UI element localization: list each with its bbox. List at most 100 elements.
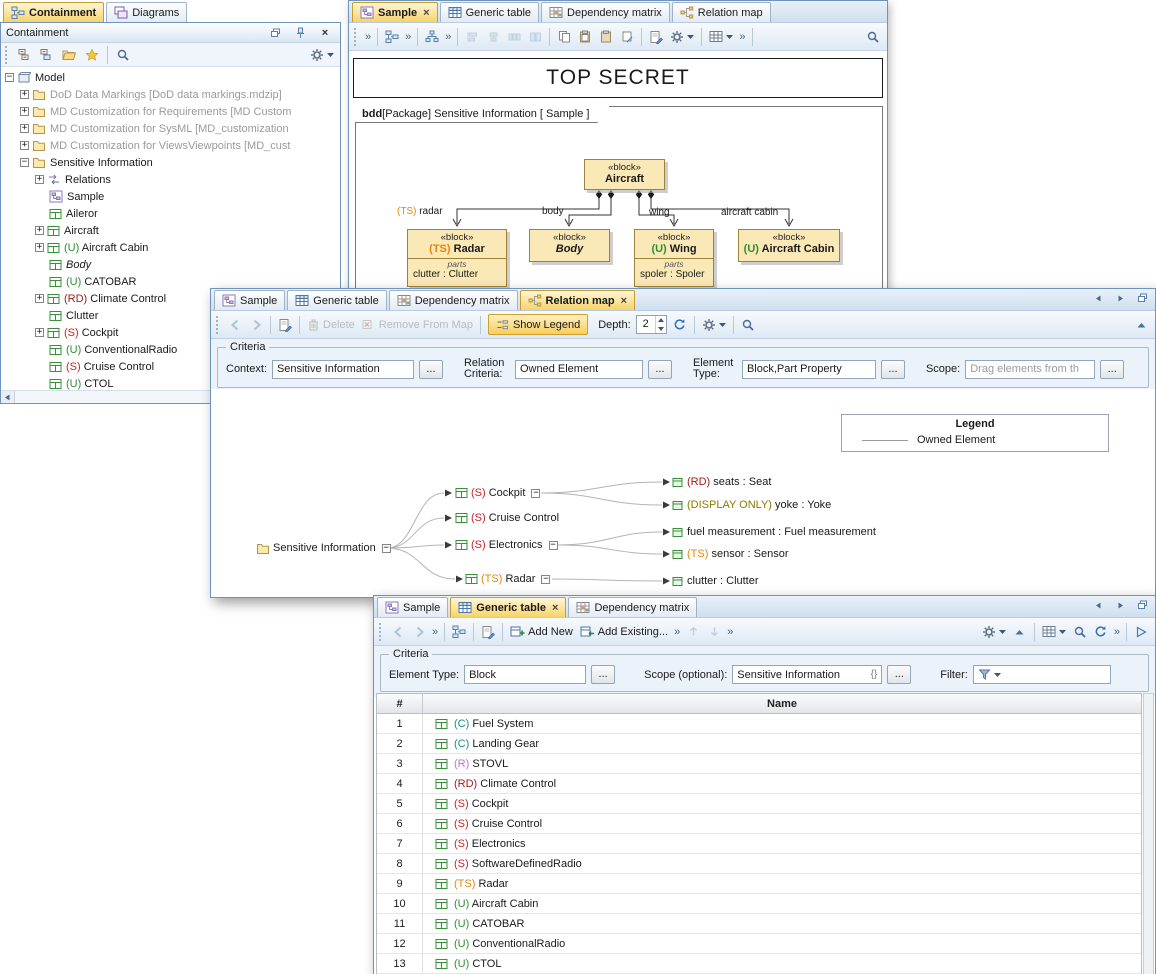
relation-criteria-more-button[interactable]: ... <box>648 360 672 379</box>
maximize-view-button[interactable] <box>1132 288 1152 308</box>
gear-button[interactable] <box>667 27 697 47</box>
maximize-view-button[interactable] <box>1132 595 1152 615</box>
next-view-button[interactable] <box>1110 288 1130 308</box>
refresh-button[interactable] <box>1091 622 1111 642</box>
table-row-catobar[interactable]: 11(U) CATOBAR <box>377 914 1141 934</box>
spin-up-icon[interactable] <box>656 316 666 325</box>
block-wing[interactable]: «block»(U) Wingpartsspoler : Spoler <box>634 229 714 287</box>
expand-icon[interactable]: + <box>35 243 44 252</box>
magnifier-button[interactable] <box>738 315 758 335</box>
relation-map-canvas[interactable]: Legend Owned Element Sensitive Informati… <box>211 389 1155 597</box>
overflow-chevron[interactable]: » <box>725 626 735 638</box>
expand-icon[interactable]: + <box>35 328 44 337</box>
doc-pencil-button[interactable] <box>275 315 295 335</box>
collapse-up-button[interactable] <box>1010 622 1030 642</box>
context-combo[interactable]: Sensitive Information <box>272 360 414 379</box>
table-row-radar[interactable]: 9(TS) Radar <box>377 874 1141 894</box>
tab-dependency-matrix[interactable]: Dependency matrix <box>541 2 670 22</box>
tab-sample[interactable]: Sample× <box>352 2 438 22</box>
map-node-radar[interactable]: (TS) Radar− <box>465 571 550 587</box>
tree-item-model[interactable]: −Model <box>1 69 340 86</box>
float-panel-button[interactable] <box>265 23 285 43</box>
expand-icon[interactable]: + <box>20 107 29 116</box>
element-type-more-button[interactable]: ... <box>881 360 905 379</box>
tab-relation-map[interactable]: Relation map <box>672 2 771 22</box>
collapse-node-icon[interactable]: − <box>541 575 550 584</box>
tree-button[interactable] <box>449 622 469 642</box>
collapse-up-button[interactable] <box>1131 315 1151 335</box>
scope-combo[interactable]: Drag elements from th <box>965 360 1095 379</box>
copy-button[interactable] <box>554 27 574 47</box>
map-node-cockpit[interactable]: (S) Cockpit− <box>455 485 540 501</box>
tab-containment[interactable]: Containment <box>3 2 104 22</box>
gear-button[interactable] <box>307 45 337 65</box>
close-tab-icon[interactable]: × <box>621 295 627 307</box>
scroll-left-button[interactable] <box>1 391 15 403</box>
context-more-button[interactable]: ... <box>419 360 443 379</box>
tree-item-md-customization-for-viewsviewpoints-md-cust[interactable]: +MD Customization for ViewsViewpoints [M… <box>1 137 340 154</box>
scope-combo[interactable]: Sensitive Information{} <box>732 665 882 684</box>
doc-pencil-button[interactable] <box>646 27 666 47</box>
collapse-node-icon[interactable]: − <box>382 544 391 553</box>
tree-item-sensitive-information[interactable]: −Sensitive Information <box>1 154 340 171</box>
tree-item-dod-data-markings-dod-data-markings-mdzip[interactable]: +DoD Data Markings [DoD data markings.md… <box>1 86 340 103</box>
tree-button[interactable] <box>382 27 402 47</box>
magnifier-button[interactable] <box>863 27 883 47</box>
close-tab-icon[interactable]: × <box>423 7 429 19</box>
tree-item-md-customization-for-sysml-md-customization[interactable]: +MD Customization for SysML [MD_customiz… <box>1 120 340 137</box>
grid-button[interactable] <box>1039 622 1069 642</box>
table-row-climate-control[interactable]: 4(RD) Climate Control <box>377 774 1141 794</box>
element-type-combo[interactable]: Block <box>464 665 586 684</box>
table-row-softwaredefinedradio[interactable]: 8(S) SoftwareDefinedRadio <box>377 854 1141 874</box>
map-node-electronics[interactable]: (S) Electronics− <box>455 537 558 553</box>
expand-icon[interactable]: + <box>35 226 44 235</box>
spin-down-icon[interactable] <box>656 325 666 334</box>
collapse-all-button[interactable] <box>15 45 35 65</box>
tree-item-aircraft-cabin[interactable]: +(U) Aircraft Cabin <box>1 239 340 256</box>
gear-button[interactable] <box>979 622 1009 642</box>
star-button[interactable] <box>82 45 102 65</box>
relation-criteria-combo[interactable]: Owned Element <box>515 360 643 379</box>
collapse-node-icon[interactable]: − <box>549 541 558 550</box>
refresh-button[interactable] <box>670 315 690 335</box>
previous-view-button[interactable] <box>1088 595 1108 615</box>
collapse-icon[interactable]: − <box>5 73 14 82</box>
element-type-combo[interactable]: Block,Part Property <box>742 360 876 379</box>
close-tab-icon[interactable]: × <box>552 602 558 614</box>
add-new-button[interactable]: Add New <box>507 622 576 642</box>
diagram-canvas[interactable]: TOP SECRET bdd [Package] Sensitive Infor… <box>349 51 887 314</box>
table-row-ctol[interactable]: 13(U) CTOL <box>377 954 1141 974</box>
collapse-sel-button[interactable] <box>37 45 57 65</box>
open-folder-button[interactable] <box>59 45 80 65</box>
column-header-number[interactable]: # <box>377 694 423 713</box>
table-row-cruise-control[interactable]: 6(S) Cruise Control <box>377 814 1141 834</box>
table-row-stovl[interactable]: 3(R) STOVL <box>377 754 1141 774</box>
tab-sample[interactable]: Sample <box>214 290 285 310</box>
column-header-name[interactable]: Name <box>423 694 1141 713</box>
overflow-chevron[interactable]: » <box>363 31 373 43</box>
overflow-chevron[interactable]: » <box>443 31 453 43</box>
tree-item-aircraft[interactable]: +Aircraft <box>1 222 340 239</box>
pin-panel-button[interactable] <box>290 23 310 43</box>
overflow-chevron[interactable]: » <box>403 31 413 43</box>
overflow-chevron[interactable]: » <box>430 626 440 638</box>
table-row-aircraft-cabin[interactable]: 10(U) Aircraft Cabin <box>377 894 1141 914</box>
block-radar[interactable]: «block»(TS) Radarpartsclutter : Clutter <box>407 229 507 287</box>
overflow-chevron[interactable]: » <box>1112 626 1122 638</box>
map-node-seats-seat[interactable]: (RD) seats : Seat <box>672 474 771 490</box>
scope-more-button[interactable]: ... <box>1100 360 1124 379</box>
tab-generic-table[interactable]: Generic table× <box>450 597 566 617</box>
expand-icon[interactable]: + <box>35 294 44 303</box>
tree-item-aileror[interactable]: Aileror <box>1 205 340 222</box>
table-row-conventionalradio[interactable]: 12(U) ConventionalRadio <box>377 934 1141 954</box>
map-node-yoke-yoke[interactable]: (DISPLAY ONLY) yoke : Yoke <box>672 497 831 513</box>
paste-button[interactable] <box>575 27 595 47</box>
tab-sample[interactable]: Sample <box>377 597 448 617</box>
collapse-icon[interactable]: − <box>20 158 29 167</box>
expand-icon[interactable]: + <box>20 141 29 150</box>
map-node-cruise-control[interactable]: (S) Cruise Control <box>455 510 559 526</box>
expand-icon[interactable]: + <box>35 175 44 184</box>
scope-more-button[interactable]: ... <box>887 665 911 684</box>
tab-dependency-matrix[interactable]: Dependency matrix <box>389 290 518 310</box>
layout-button[interactable] <box>422 27 442 47</box>
